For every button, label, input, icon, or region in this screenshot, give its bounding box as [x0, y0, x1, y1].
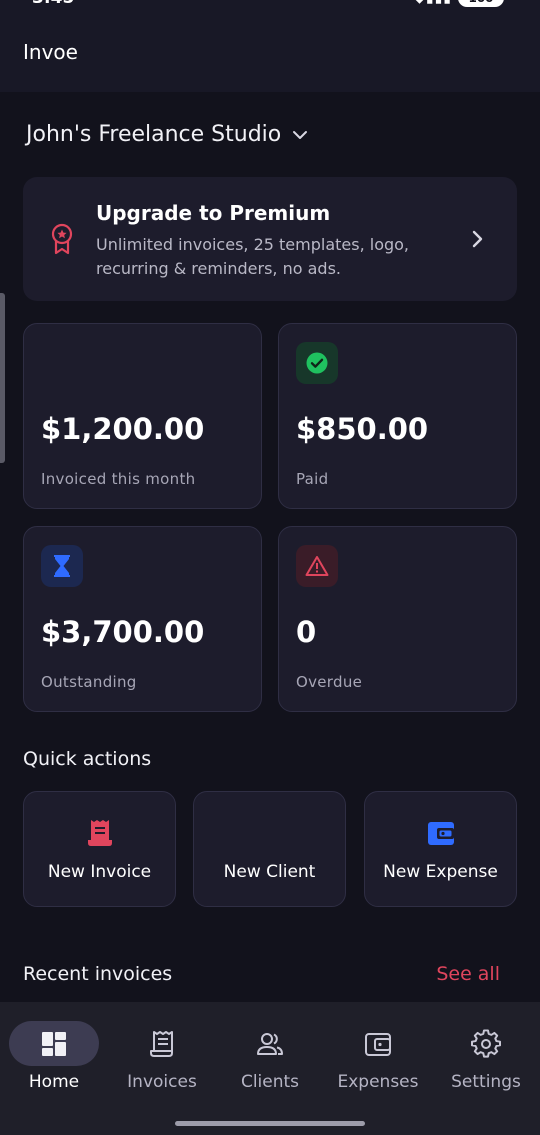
users-icon — [257, 1033, 283, 1055]
studio-selector[interactable]: John's Freelance Studio — [26, 122, 309, 147]
nav-settings[interactable]: Settings — [432, 1002, 540, 1102]
wallet-icon — [427, 822, 454, 845]
edge-handle — [0, 293, 5, 463]
gear-icon — [471, 1029, 501, 1058]
stat-value: $850.00 — [296, 412, 429, 446]
stat-card-paid[interactable]: $850.00 Paid — [278, 323, 517, 509]
status-bar: 3:45 ◆▮▮▮ 100 — [0, 0, 540, 10]
stat-value: $1,200.00 — [41, 412, 205, 446]
action-label: New Expense — [383, 862, 498, 882]
stat-icon-box — [296, 545, 338, 587]
new-expense-button[interactable]: New Expense — [364, 791, 517, 907]
battery-icon: 100 — [458, 0, 504, 7]
new-invoice-button[interactable]: New Invoice — [23, 791, 176, 907]
stat-value: 0 — [296, 615, 317, 649]
stat-card-invoiced[interactable]: $1,200.00 Invoiced this month — [23, 323, 262, 509]
check-circle-icon — [306, 352, 328, 374]
hourglass-icon — [54, 555, 70, 577]
bottom-navigation: Home Invoices Clients Expenses Settings — [0, 1002, 540, 1135]
stat-icon-box — [296, 342, 338, 384]
new-client-button[interactable]: New Client — [193, 791, 346, 907]
receipt-icon — [150, 1031, 173, 1057]
stat-label: Invoiced this month — [41, 470, 196, 488]
quick-actions-title: Quick actions — [23, 748, 152, 770]
home-indicator[interactable] — [175, 1121, 365, 1126]
status-icons: ◆▮▮▮ 100 — [414, 0, 504, 7]
app-bar: Invoe — [0, 10, 540, 92]
action-label: New Client — [223, 862, 316, 882]
nav-label: Home — [28, 1072, 80, 1092]
stat-label: Overdue — [296, 673, 363, 691]
chevron-right-icon — [472, 230, 483, 248]
signal-icon: ◆▮▮▮ — [414, 0, 452, 6]
nav-label: Expenses — [337, 1072, 419, 1092]
dashboard-icon — [42, 1032, 66, 1056]
stat-icon-box — [41, 545, 83, 587]
nav-clients[interactable]: Clients — [216, 1002, 324, 1102]
nav-invoices[interactable]: Invoices — [108, 1002, 216, 1102]
studio-name: John's Freelance Studio — [26, 122, 282, 147]
app-title: Invoe — [23, 40, 78, 64]
see-all-link[interactable]: See all — [436, 963, 500, 985]
nav-label: Clients — [240, 1072, 300, 1092]
stat-value: $3,700.00 — [41, 615, 205, 649]
action-label: New Invoice — [47, 862, 152, 882]
chevron-down-icon — [293, 130, 308, 139]
premium-description: Unlimited invoices, 25 templates, logo, … — [96, 235, 410, 278]
nav-label: Invoices — [127, 1072, 197, 1092]
warning-triangle-icon — [305, 556, 329, 576]
stat-label: Outstanding — [41, 673, 137, 691]
recent-invoices-title: Recent invoices — [23, 963, 173, 985]
nav-expenses[interactable]: Expenses — [324, 1002, 432, 1102]
stat-label: Paid — [296, 470, 329, 488]
upgrade-premium-card[interactable]: Upgrade to Premium Unlimited invoices, 2… — [23, 177, 517, 301]
stat-card-overdue[interactable]: 0 Overdue — [278, 526, 517, 712]
nav-label: Settings — [451, 1072, 521, 1092]
award-ribbon-icon — [51, 223, 73, 255]
premium-title: Upgrade to Premium — [96, 201, 331, 225]
nav-home[interactable]: Home — [0, 1002, 108, 1102]
status-time: 3:45 — [32, 0, 74, 8]
stat-card-outstanding[interactable]: $3,700.00 Outstanding — [23, 526, 262, 712]
wallet-icon — [365, 1033, 391, 1056]
receipt-icon — [87, 820, 112, 846]
